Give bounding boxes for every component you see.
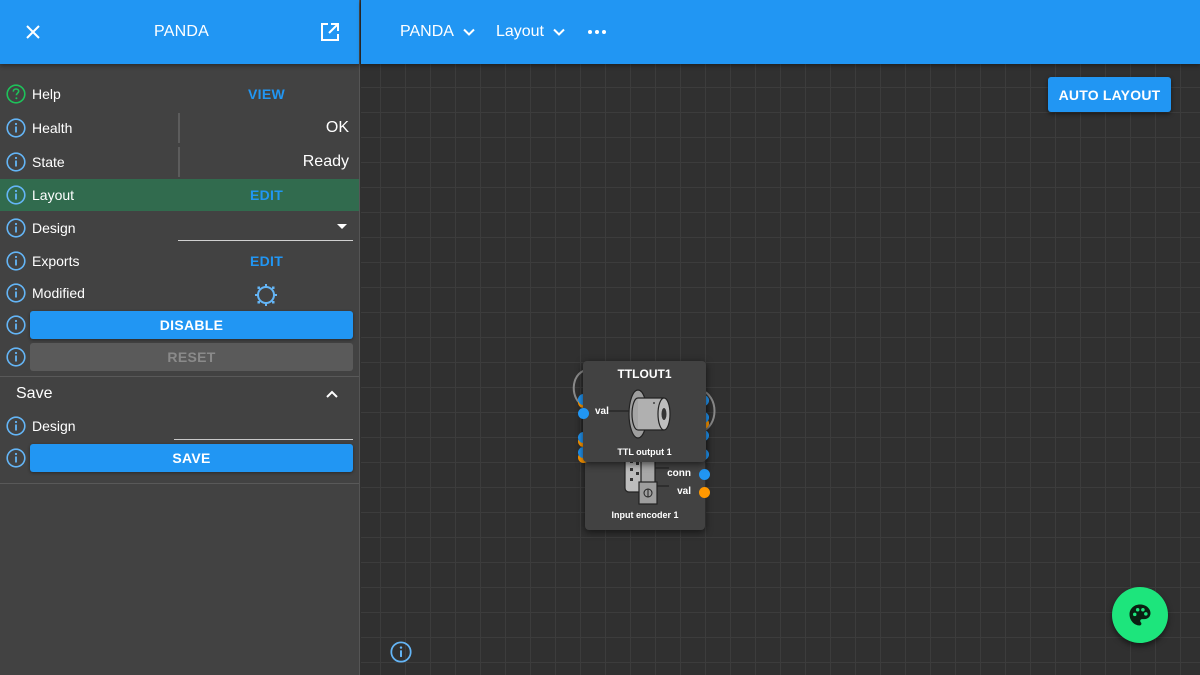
save-design-input[interactable] [174,414,353,440]
info-icon[interactable] [6,251,26,271]
row-label: State [32,154,65,170]
save-button[interactable]: SAVE [30,444,353,472]
breadcrumb-layout[interactable]: Layout [496,23,566,41]
chevron-up-icon[interactable] [325,389,339,399]
auto-layout-button[interactable]: AUTO LAYOUT [1048,77,1171,112]
attribute-list: Help VIEW Health OK State Ready Layout E… [0,64,359,373]
health-value: OK [325,119,349,136]
row-label: Design [32,418,76,434]
info-icon[interactable] [6,218,26,238]
more-horizontal-icon[interactable] [587,30,606,34]
row-modified: Modified [0,277,359,309]
sidebar-header: PANDA [0,0,359,64]
row-help: Help VIEW [0,77,359,111]
row-label: Help [32,86,61,102]
row-layout: Layout EDIT [0,179,359,211]
port-label-val: val [677,486,691,497]
breadcrumb-panda[interactable]: PANDA [400,23,476,41]
divider [178,147,180,177]
palette-icon [1129,604,1151,626]
info-icon[interactable] [390,641,412,663]
row-state: State Ready [0,145,359,179]
breadcrumb-label: PANDA [400,23,454,40]
main-panel: PANDA Layout AUTO LAYOUT conn val Input … [361,0,1200,675]
row-exports: Exports EDIT [0,245,359,277]
input-port-val[interactable] [578,408,589,419]
help-view-link[interactable]: VIEW [180,86,353,102]
info-icon[interactable] [6,283,26,303]
info-icon[interactable] [6,448,26,468]
info-icon[interactable] [6,118,26,138]
row-label: Exports [32,253,80,269]
node-ttlout1[interactable]: TTLOUT1 val TTL output 1 [578,361,706,462]
breadcrumb-label: Layout [495,23,544,40]
save-section-title: Save [16,385,53,402]
row-disable: DISABLE [0,309,359,341]
state-value: Ready [302,153,349,170]
info-icon[interactable] [6,416,26,436]
divider [0,376,359,377]
output-port-val[interactable] [699,487,710,498]
chevron-down-icon [463,28,475,36]
open-in-new-icon [321,23,339,41]
info-icon[interactable] [6,152,26,172]
dropdown-arrow-icon [337,224,347,229]
disable-button[interactable]: DISABLE [30,311,353,339]
layout-edit-link[interactable]: EDIT [180,187,353,203]
exports-edit-link[interactable]: EDIT [180,253,353,269]
row-design: Design [0,211,359,245]
led-indicator-icon [255,284,277,306]
row-label: Modified [32,285,85,301]
row-reset: RESET [0,341,359,373]
ttl-connector-icon [598,389,671,439]
row-save-design: Design [0,410,359,442]
popout-button[interactable] [319,21,341,43]
row-label: Health [32,120,73,136]
port-label-val: val [595,406,609,417]
sidebar-title: PANDA [154,23,209,40]
row-label: Design [32,220,76,236]
palette-button[interactable] [1112,587,1168,643]
info-icon[interactable] [6,347,26,367]
output-port-conn[interactable] [699,469,710,480]
node-subtitle: Input encoder 1 [611,510,679,520]
info-icon[interactable] [6,185,26,205]
row-health: Health OK [0,111,359,145]
reset-button[interactable]: RESET [30,343,353,371]
design-select[interactable] [178,215,353,241]
row-save: SAVE [0,442,359,474]
row-label: Layout [32,187,75,203]
chevron-down-icon [553,28,565,36]
node-subtitle: TTL output 1 [617,447,672,457]
close-button[interactable] [22,21,44,43]
divider [0,483,359,484]
help-circle-icon[interactable] [6,84,26,104]
main-header: PANDA Layout [361,0,1200,64]
close-icon [26,25,40,39]
layout-canvas[interactable]: AUTO LAYOUT conn val Input encoder 1 TTL… [361,64,1200,675]
info-icon[interactable] [6,315,26,335]
port-label-conn: conn [667,468,691,479]
divider [178,113,180,143]
encoder-icon [624,455,669,505]
sidebar: PANDA Help VIEW Health OK State Ready La… [0,0,360,675]
save-section-header[interactable]: Save [0,378,359,410]
node-title: TTLOUT1 [617,367,672,381]
